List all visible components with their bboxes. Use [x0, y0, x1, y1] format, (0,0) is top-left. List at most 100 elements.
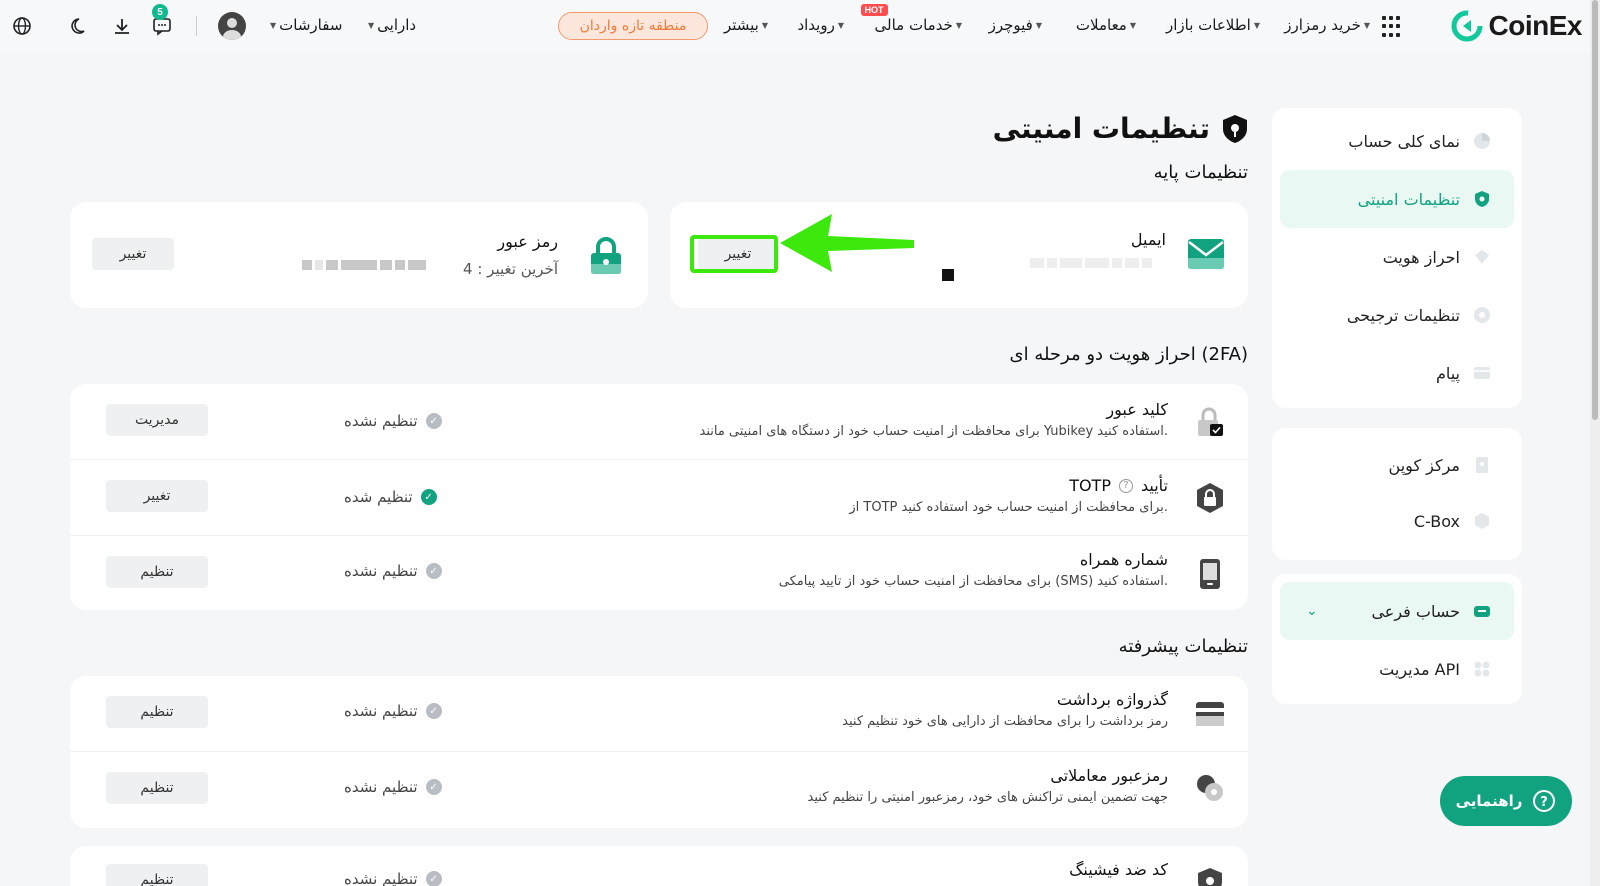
twofa-card: کلید عبور برای محافظت از امنیت حساب خود … [70, 384, 1248, 610]
trading-password-title: رمزعبور معاملاتی [1050, 766, 1168, 785]
totp-title: TOTP ? تأیید [1069, 476, 1168, 495]
message-icon [1474, 367, 1490, 379]
email-label: ایمیل [1130, 230, 1166, 249]
new-user-zone-button[interactable]: منطقه تازه واردان [558, 12, 708, 40]
lock-icon [586, 236, 626, 276]
nav-market-info[interactable]: اطلاعات بازار ▼ [1166, 16, 1260, 34]
sidebar-advanced-menu: ⌄ حساب فرعی مدیریت API [1272, 574, 1522, 704]
row-divider [70, 535, 1248, 536]
messages-button[interactable]: 5 [150, 4, 174, 38]
withdraw-card-icon [1194, 698, 1226, 730]
masked-email [1030, 258, 1152, 268]
security-shield-icon [1223, 114, 1247, 143]
nav-trade[interactable]: معاملات ▼ [1076, 16, 1136, 34]
sidebar-rewards-menu: مرکز کوپن C-Box [1272, 428, 1522, 560]
sidebar-item-api[interactable]: مدیریت API [1280, 640, 1514, 698]
sidebar-item-cbox[interactable]: C-Box [1280, 492, 1514, 550]
caret-down-icon: ▼ [837, 20, 844, 30]
help-label: راهنمایی [1455, 792, 1523, 810]
setup-withdraw-password-button[interactable]: تنظیم [106, 696, 208, 728]
nav-futures[interactable]: فیوچرز ▼ [989, 16, 1042, 34]
phone-status: تنظیم نشده ✓ [344, 562, 442, 580]
trading-password-status: تنظیم نشده ✓ [344, 778, 442, 796]
change-totp-button[interactable]: تغییر [106, 480, 208, 512]
anti-phishing-status: تنظیم نشده ✓ [344, 870, 442, 886]
hot-badge: HOT [860, 4, 888, 16]
info-icon[interactable]: ? [1118, 478, 1133, 493]
password-last-change: آخرین تغییر : 4 [463, 260, 558, 278]
scrollbar-thumb[interactable] [1592, 0, 1598, 420]
phone-title: شماره همراه [1079, 550, 1168, 569]
annotation-arrow-icon [780, 214, 914, 272]
theme-toggle[interactable] [68, 14, 92, 38]
sidebar-item-label: احراز هویت [1382, 247, 1460, 267]
nav-buy-crypto[interactable]: خرید رمزارز ▼ [1284, 16, 1370, 34]
coinex-logo[interactable]: CoinEx [1451, 10, 1583, 42]
sidebar-item-label: مرکز کوپن [1388, 455, 1460, 475]
sidebar-item-identity[interactable]: احراز هویت [1280, 228, 1514, 286]
sidebar-item-label: مدیریت API [1379, 659, 1460, 679]
trading-password-icon [1194, 772, 1226, 804]
caret-down-icon: ▼ [1129, 20, 1136, 30]
nav-assets[interactable]: ▼ دارایی [368, 16, 416, 34]
manage-passkey-button[interactable]: مدیریت [106, 404, 208, 436]
coinex-logo-icon [1451, 10, 1483, 42]
check-circle-icon: ✓ [425, 779, 442, 795]
shield-icon [1475, 191, 1489, 207]
globe-icon [13, 17, 31, 35]
anti-phishing-icon [1194, 866, 1226, 886]
totp-desc: از TOTP برای محافظت از امنیت حساب خود اس… [849, 500, 1168, 515]
api-icon [1474, 661, 1490, 677]
sidebar-item-messages[interactable]: پیام [1280, 344, 1514, 402]
nav-events[interactable]: رویداد ▼ [797, 16, 844, 34]
setup-anti-phishing-button[interactable]: تنظیم [106, 864, 208, 886]
language-button[interactable] [10, 14, 34, 38]
withdraw-password-status: تنظیم نشده ✓ [344, 702, 442, 720]
annotation-highlight-box [690, 235, 778, 273]
avatar[interactable] [218, 12, 246, 40]
setup-phone-button[interactable]: تنظیم [106, 556, 208, 588]
moon-icon [71, 18, 85, 34]
withdraw-password-desc: رمز برداشت را برای محافظت از دارایی های … [842, 714, 1168, 729]
caret-down-icon: ▼ [1253, 20, 1260, 30]
sidebar-item-overview[interactable]: نمای کلی حساب [1280, 112, 1514, 170]
scrollbar[interactable] [1590, 0, 1600, 886]
check-circle-icon: ✓ [425, 871, 442, 886]
check-circle-icon: ✓ [425, 413, 442, 429]
logo-text: CoinEx [1488, 10, 1583, 41]
id-icon [1475, 250, 1489, 264]
check-circle-icon: ✓ [425, 563, 442, 579]
check-circle-icon: ✓ [420, 489, 437, 505]
sidebar-account-menu: نمای کلی حساب تنظیمات امنیتی احراز هویت … [1272, 108, 1522, 408]
page-title: تنظیمات امنیتی [993, 112, 1250, 145]
caret-down-icon: ▼ [1035, 20, 1042, 30]
email-icon [1186, 236, 1226, 272]
trading-password-desc: جهت تضمین ایمنی تراکنش های خود، رمزعبور … [807, 790, 1168, 805]
change-password-button[interactable]: تغییر [92, 238, 174, 270]
help-button[interactable]: راهنمایی ? [1440, 776, 1572, 826]
message-count-badge: 5 [152, 4, 168, 20]
caret-down-icon: ▼ [761, 20, 768, 30]
check-circle-icon: ✓ [425, 703, 442, 719]
row-divider [70, 751, 1248, 752]
sidebar-item-security[interactable]: تنظیمات امنیتی [1280, 170, 1514, 228]
user-icon [223, 18, 241, 40]
download-button[interactable] [110, 14, 134, 38]
top-navbar: CoinEx خرید رمزارز ▼ اطلاعات بازار ▼ معامل… [0, 0, 1600, 54]
withdraw-password-title: گذرواژه برداشت [1056, 690, 1168, 709]
nav-orders[interactable]: ▼ سفارشات [270, 16, 342, 34]
apps-grid-icon[interactable] [1382, 16, 1404, 38]
phone-icon [1194, 558, 1226, 590]
caret-down-icon: ▼ [955, 20, 962, 30]
anti-phishing-card: کد ضد فیشینگ تنظیم نشده ✓ تنظیم [70, 846, 1248, 886]
svg-text:?: ? [1541, 795, 1549, 810]
sidebar-item-coupons[interactable]: مرکز کوپن [1280, 436, 1514, 494]
setup-trading-password-button[interactable]: تنظیم [106, 772, 208, 804]
nav-financial[interactable]: HOT خدمات مالی ▼ [860, 4, 962, 34]
masked-email-end [942, 269, 954, 281]
row-divider [70, 459, 1248, 460]
sidebar-item-preferences[interactable]: تنظیمات ترجیحی [1280, 286, 1514, 344]
nav-more[interactable]: بیشتر ▼ [724, 16, 768, 34]
sidebar-item-subaccount[interactable]: ⌄ حساب فرعی [1280, 582, 1514, 640]
coupon-icon [1476, 457, 1488, 473]
